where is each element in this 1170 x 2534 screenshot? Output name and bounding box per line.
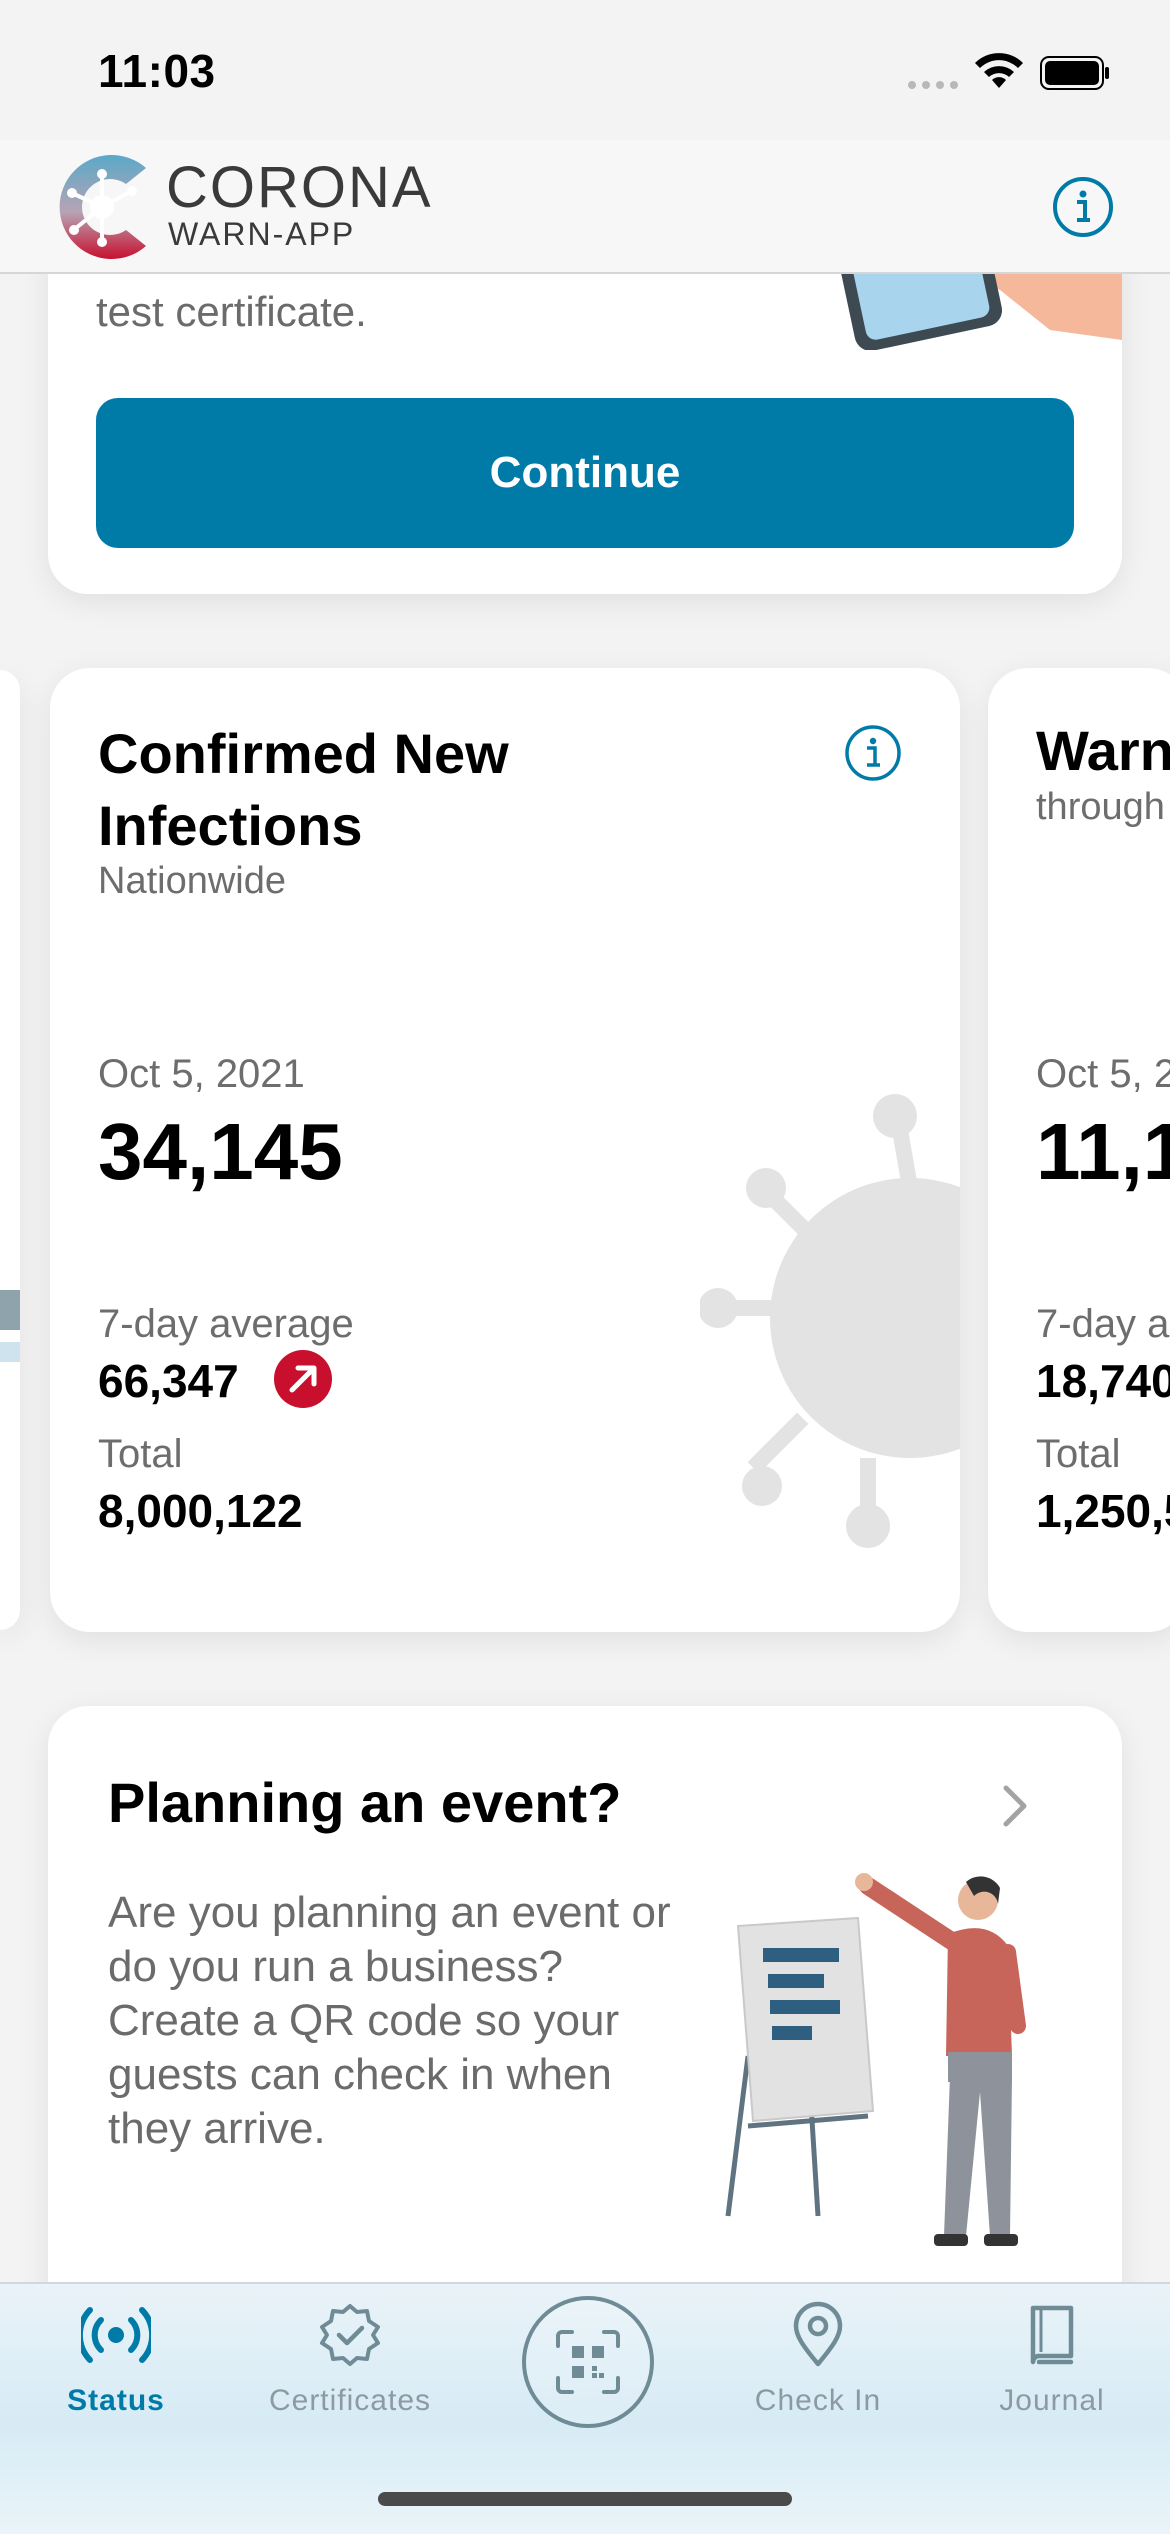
statistics-value: 11,1 (1036, 1107, 1170, 1196)
certificate-text: test certificate. (96, 288, 367, 335)
app-title: CORONA (166, 155, 433, 220)
status-time: 11:03 (98, 45, 216, 97)
statistics-card-subtitle: through (1036, 786, 1165, 828)
virus-illustration (700, 1094, 960, 1548)
wifi-icon (975, 53, 1023, 88)
statistics-date: Oct 5, 2021 (98, 1052, 305, 1096)
broadcast-icon (81, 2307, 151, 2363)
info-icon[interactable] (844, 724, 902, 782)
corona-warn-app-logo-icon (59, 155, 146, 259)
statistics-card-title: Warn (1036, 719, 1170, 782)
total-value: 8,000,122 (98, 1485, 303, 1537)
home-indicator[interactable] (378, 2492, 792, 2506)
presenter-illustration (725, 1873, 1026, 2246)
certificate-badge-icon (320, 2304, 380, 2366)
status-bar: 11:03 (0, 0, 1170, 140)
statistics-card-previous[interactable] (0, 670, 20, 1630)
statistics-card-new-infections[interactable]: Confirmed New Infections Nationwide Oct … (50, 668, 960, 1632)
book-icon (1030, 2305, 1074, 2365)
event-card-description: Are you planning an event or do you run … (108, 1888, 671, 2153)
info-icon[interactable] (1052, 176, 1114, 238)
tab-label: Status (67, 2384, 165, 2417)
chevron-right-icon (1003, 1785, 1027, 1827)
tab-check-in[interactable]: Check In (708, 2300, 928, 2430)
tab-label: Journal (999, 2384, 1105, 2417)
total-label: Total (98, 1432, 183, 1476)
statistics-card-warnings[interactable]: Warn through Oct 5, 2 11,1 7-day a 18,74… (988, 668, 1170, 1632)
average-value: 18,740 (1036, 1355, 1170, 1407)
tab-label: Check In (754, 2384, 882, 2417)
statistics-card-region: Nationwide (98, 860, 286, 902)
tab-certificates[interactable]: Certificates (240, 2300, 460, 2430)
qr-scan-button[interactable] (522, 2296, 654, 2428)
average-label: 7-day average (98, 1302, 354, 1346)
app-subtitle: WARN-APP (168, 216, 356, 252)
event-card-title: Planning an event? (108, 1771, 622, 1834)
tab-label: Certificates (268, 2384, 432, 2417)
trend-up-arrow-icon (274, 1350, 332, 1408)
planning-event-card[interactable]: Planning an event? Are you planning an e… (48, 1706, 1122, 2346)
continue-button[interactable]: Continue (96, 398, 1074, 548)
battery-icon (1040, 56, 1109, 90)
cellular-signal-icon (908, 81, 958, 89)
statistics-date: Oct 5, 2 (1036, 1052, 1170, 1096)
total-label: Total (1036, 1432, 1121, 1476)
qr-scan-icon (556, 2330, 620, 2394)
average-label: 7-day a (1036, 1302, 1170, 1346)
statistics-value: 34,145 (98, 1107, 343, 1196)
tab-journal[interactable]: Journal (942, 2300, 1162, 2430)
location-pin-icon (793, 2301, 843, 2367)
statistics-card-title: Confirmed New Infections (98, 722, 509, 857)
total-value: 1,250,5 (1036, 1485, 1170, 1537)
tab-status[interactable]: Status (6, 2300, 226, 2430)
average-value: 66,347 (98, 1355, 239, 1407)
